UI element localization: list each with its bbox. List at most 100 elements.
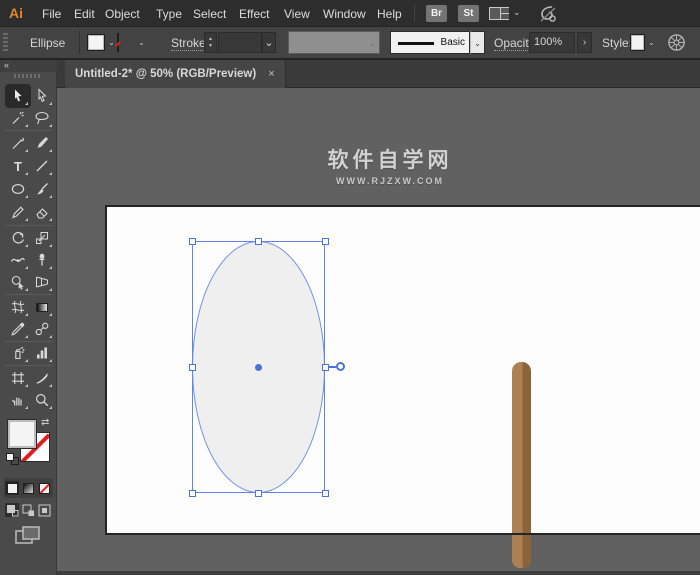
draw-normal-icon[interactable] [5, 503, 19, 517]
menu-item-edit[interactable]: Edit [74, 7, 95, 21]
toolbar-divider [5, 365, 52, 366]
gradient-button[interactable] [21, 481, 35, 495]
toolbar-divider [5, 341, 52, 342]
menu-item-view[interactable]: View [284, 7, 310, 21]
stepper-up-icon[interactable]: ▲ [205, 36, 216, 42]
brush-chevron-icon[interactable]: ⌄ [470, 31, 485, 54]
ellipse-center-point[interactable] [255, 364, 262, 371]
pie-widget-handle[interactable] [336, 362, 345, 371]
type-tool-icon: T [14, 160, 22, 173]
stroke-weight-stepper[interactable]: ▲ ▼ [204, 32, 217, 53]
tool-selection[interactable] [7, 86, 29, 106]
selection-handle[interactable] [255, 490, 262, 497]
tool-width[interactable] [7, 250, 29, 270]
fill-color-swatch[interactable] [87, 34, 105, 51]
tool-line-segment[interactable] [31, 156, 53, 176]
none-button[interactable] [38, 481, 52, 495]
tool-gradient[interactable] [31, 297, 53, 317]
tab-close-icon[interactable]: × [268, 68, 274, 80]
opacity-expand-icon[interactable]: › [577, 32, 592, 53]
stock-button[interactable]: St [458, 5, 479, 22]
menu-item-type[interactable]: Type [156, 7, 182, 21]
style-swatch[interactable] [630, 34, 645, 51]
bridge-button[interactable]: Br [426, 5, 447, 22]
draw-inside-icon[interactable] [38, 503, 52, 517]
color-button[interactable] [5, 481, 19, 495]
tool-hand[interactable] [7, 390, 29, 410]
color-chip [7, 483, 18, 494]
pen-icon [10, 135, 26, 151]
tool-shape-builder[interactable] [7, 272, 29, 292]
tool-eraser[interactable] [31, 202, 53, 222]
tool-paintbrush[interactable] [31, 179, 53, 199]
menu-item-file[interactable]: File [42, 7, 61, 21]
tool-direct-selection[interactable] [31, 86, 53, 106]
brush-definition-dropdown[interactable]: Basic [390, 31, 470, 54]
opacity-input[interactable]: 100% [529, 32, 575, 53]
selection-handle[interactable] [322, 490, 329, 497]
lasso-icon [34, 110, 50, 126]
direct-selection-icon [34, 88, 50, 104]
swap-fill-stroke-icon[interactable]: ⇄ [41, 417, 49, 428]
arrange-documents-icon[interactable] [488, 6, 510, 26]
tool-lasso[interactable] [31, 108, 53, 128]
menu-item-help[interactable]: Help [377, 7, 402, 21]
tool-rotate[interactable] [7, 228, 29, 248]
control-bar-grip[interactable] [3, 33, 8, 52]
stroke-weight-input[interactable] [218, 32, 262, 53]
selection-handle[interactable] [189, 490, 196, 497]
arrange-documents-chevron-icon[interactable]: ⌄ [513, 7, 521, 18]
selection-handle[interactable] [189, 364, 196, 371]
stepper-down-icon[interactable]: ▼ [205, 43, 216, 49]
column-graph-icon [34, 345, 50, 361]
toolbar-divider [5, 294, 52, 295]
menu-item-object[interactable]: Object [105, 7, 140, 21]
tool-pencil[interactable] [7, 202, 29, 222]
puppet-warp-icon [34, 252, 50, 268]
tool-perspective-grid[interactable] [31, 272, 53, 292]
tool-blend[interactable] [31, 319, 53, 339]
default-fill-stroke-icon[interactable] [6, 453, 20, 465]
fill-swatch[interactable] [7, 419, 37, 449]
selection-handle[interactable] [322, 238, 329, 245]
tool-eyedropper[interactable] [7, 319, 29, 339]
tool-mesh[interactable] [7, 297, 29, 317]
selection-handle[interactable] [255, 238, 262, 245]
menu-bar: Ai FileEditObjectTypeSelectEffectViewWin… [0, 0, 700, 27]
selection-handle[interactable] [189, 238, 196, 245]
tool-pen[interactable] [7, 133, 29, 153]
tool-scale[interactable] [31, 228, 53, 248]
menu-item-effect[interactable]: Effect [239, 7, 269, 21]
collapse-panel-icon[interactable]: « [4, 60, 9, 70]
screen-mode-icon[interactable] [15, 526, 41, 550]
curvature-icon [34, 135, 50, 151]
tool-artboard[interactable] [7, 368, 29, 388]
draw-behind-icon[interactable] [21, 503, 35, 517]
tool-puppet-warp[interactable] [31, 250, 53, 270]
style-label: Style: [602, 36, 632, 50]
recolor-artwork-icon[interactable] [667, 33, 686, 57]
document-tab-title: Untitled-2* @ 50% (RGB/Preview) [75, 68, 256, 80]
tool-magic-wand[interactable] [7, 108, 29, 128]
stick-shape[interactable] [512, 362, 531, 568]
style-chevron-icon[interactable]: ⌄ [645, 34, 658, 51]
stroke-color-swatch[interactable] [117, 33, 119, 52]
stroke-weight-chevron-icon[interactable]: ⌄ [262, 32, 276, 53]
tools-panel-grip[interactable] [14, 74, 42, 78]
tool-column-graph[interactable] [31, 343, 53, 363]
stroke-chevron-icon[interactable]: ⌄ [135, 34, 148, 51]
tool-type[interactable]: T [7, 156, 29, 176]
gpu-performance-icon[interactable] [537, 4, 559, 29]
tool-zoom[interactable] [31, 390, 53, 410]
document-tab[interactable]: Untitled-2* @ 50% (RGB/Preview) × [65, 60, 286, 88]
gradient-tool-icon [36, 303, 48, 312]
blend-icon [34, 321, 50, 337]
tool-ellipse[interactable] [7, 179, 29, 199]
illustrator-window: Ai FileEditObjectTypeSelectEffectViewWin… [0, 0, 700, 575]
tool-curvature[interactable] [31, 133, 53, 153]
tool-slice[interactable] [31, 368, 53, 388]
menu-item-select[interactable]: Select [193, 7, 226, 21]
tool-symbol-sprayer[interactable] [7, 343, 29, 363]
menu-item-window[interactable]: Window [323, 7, 366, 21]
canvas-pasteboard[interactable]: 软件自学网 WWW.RJZXW.COM [57, 88, 700, 575]
